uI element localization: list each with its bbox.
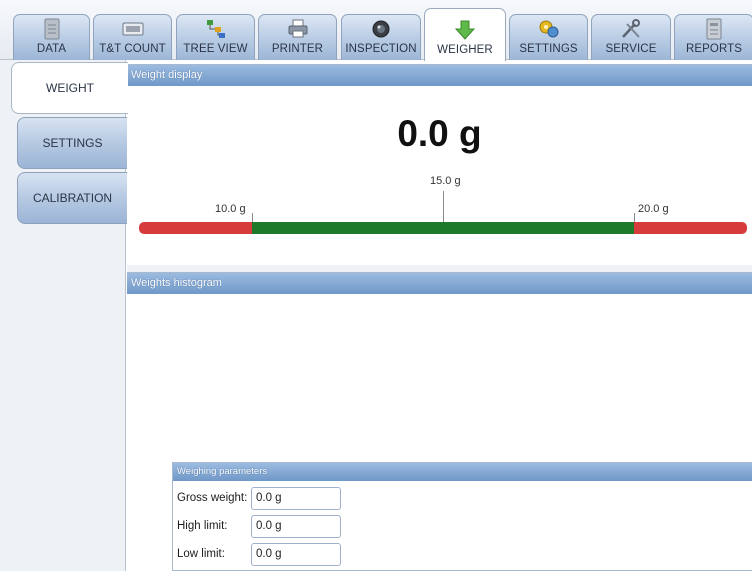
weighing-parameters-panel: Weighing parameters Gross weight: 0.0 g … <box>172 462 752 571</box>
param-label: High limit: <box>177 520 228 532</box>
tab-printer[interactable]: PRINTER <box>258 14 337 60</box>
printer-icon <box>286 18 310 40</box>
panel-title: Weight display <box>127 65 752 86</box>
scale-high-tick <box>634 213 635 222</box>
main-tab-bar: DATA T&T COUNT TREE VIEW PRINTER INSPECT… <box>0 0 752 61</box>
side-tab-calibration[interactable]: CALIBRATION <box>17 172 127 224</box>
weight-display-panel: Weight display 0.0 g 15.0 g 10.0 g 20.0 … <box>127 64 752 265</box>
tolerance-bar-high-zone <box>634 222 747 234</box>
scale-low-tick <box>252 213 253 222</box>
param-row-gross-weight: Gross weight: 0.0 g <box>177 486 341 510</box>
scale-low-label: 10.0 g <box>215 203 246 215</box>
panel-divider <box>127 265 752 272</box>
document-icon <box>40 18 64 40</box>
high-limit-field[interactable]: 0.0 g <box>251 514 341 538</box>
scale-mid-label: 15.0 g <box>430 175 461 187</box>
param-label: Gross weight: <box>177 492 248 504</box>
low-limit-field[interactable]: 0.0 g <box>251 542 341 566</box>
tab-service[interactable]: SERVICE <box>591 14 671 60</box>
tab-weigher[interactable]: WEIGHER <box>424 8 506 61</box>
tolerance-bar-ok-zone <box>252 222 634 234</box>
tab-label: WEIGHER <box>437 44 493 56</box>
side-tab-settings[interactable]: SETTINGS <box>17 117 127 169</box>
tab-label: PRINTER <box>271 43 324 55</box>
tab-data[interactable]: DATA <box>13 14 90 60</box>
tolerance-bar-low-zone <box>139 222 252 234</box>
gears-icon <box>537 18 561 40</box>
weight-readout: 0.0 g <box>397 113 482 154</box>
scale-mid-tick <box>443 191 444 222</box>
param-row-low-limit: Low limit: 0.0 g <box>177 542 341 566</box>
camera-lens-icon <box>369 18 393 40</box>
tab-label: TREE VIEW <box>183 43 248 55</box>
param-label: Low limit: <box>177 548 225 560</box>
tab-label: T&T COUNT <box>99 43 166 55</box>
report-icon <box>702 18 726 40</box>
panel-title: Weights histogram <box>127 273 752 294</box>
down-arrow-icon <box>453 19 477 41</box>
tab-reports[interactable]: REPORTS <box>674 14 752 60</box>
tools-icon <box>619 18 643 40</box>
tab-label: REPORTS <box>685 43 743 55</box>
scale-high-label: 20.0 g <box>638 203 669 215</box>
tab-tt-count[interactable]: T&T COUNT <box>93 14 172 60</box>
tab-label: DATA <box>36 43 67 55</box>
tab-inspection[interactable]: INSPECTION <box>341 14 421 60</box>
tab-label: SETTINGS <box>519 43 578 55</box>
tree-icon <box>204 18 228 40</box>
tab-tree-view[interactable]: TREE VIEW <box>176 14 255 60</box>
side-tab-weight[interactable]: WEIGHT <box>11 62 128 114</box>
counter-icon <box>121 18 145 40</box>
tab-label: INSPECTION <box>345 43 417 55</box>
side-tab-panel: WEIGHT SETTINGS CALIBRATION <box>0 60 128 571</box>
tab-label: SERVICE <box>605 43 657 55</box>
param-row-high-limit: High limit: 0.0 g <box>177 514 341 538</box>
panel-title: Weighing parameters <box>173 463 752 481</box>
gross-weight-field[interactable]: 0.0 g <box>251 486 341 510</box>
tab-settings[interactable]: SETTINGS <box>509 14 588 60</box>
